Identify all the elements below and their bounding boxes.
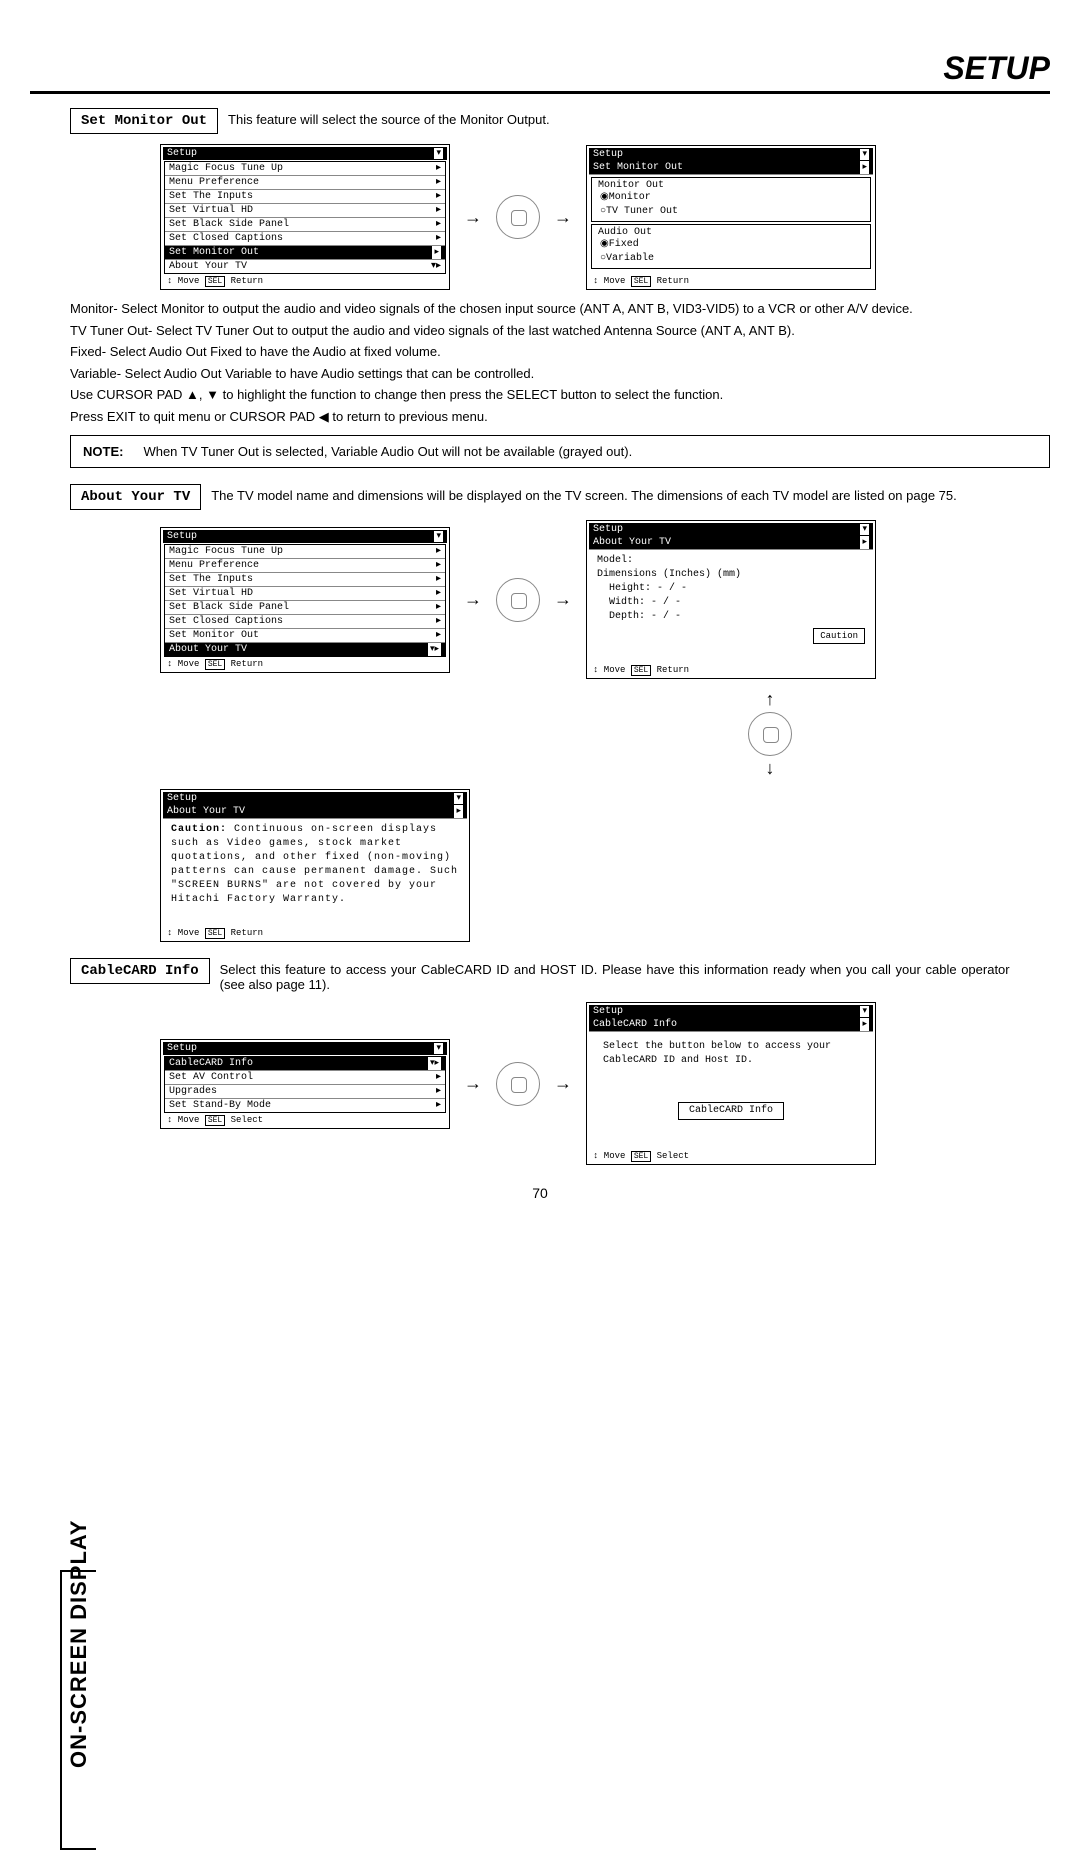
para-fixed: Fixed- Select Audio Out Fixed to have th…	[70, 343, 1050, 361]
remote-select-button	[748, 712, 792, 756]
remote-select-button	[496, 195, 540, 239]
chevron-down-icon: ▾	[434, 531, 443, 542]
chevron-down-icon: ▾	[860, 149, 869, 160]
label-about-tv: About Your TV	[70, 484, 201, 510]
osd-cablecard-info: Setup▾ CableCARD Info▸ Select the button…	[586, 1002, 876, 1165]
cablecard-info-button: CableCARD Info	[678, 1102, 784, 1120]
desc-set-monitor-out: This feature will select the source of t…	[218, 108, 550, 127]
label-set-monitor-out: Set Monitor Out	[70, 108, 218, 134]
osd-set-monitor-out: Setup▾ Set Monitor Out▸ Monitor Out ◉Mon…	[586, 145, 876, 290]
chevron-down-icon: ▾	[454, 793, 463, 804]
para-monitor: Monitor- Select Monitor to output the au…	[70, 300, 1050, 318]
osd-about-your-tv: Setup▾ About Your TV▸ Model: Dimensions …	[586, 520, 876, 679]
osd-setup-menu-1: Setup▾ Magic Focus Tune Up▸ Menu Prefere…	[160, 144, 450, 290]
desc-about-tv: The TV model name and dimensions will be…	[201, 484, 957, 503]
page-number: 70	[30, 1185, 1050, 1201]
arrow-right-icon: →	[464, 1073, 482, 1094]
page-title: SETUP	[30, 50, 1050, 94]
osd-setup-menu-2: Setup▾ Magic Focus Tune Up▸ Menu Prefere…	[160, 527, 450, 673]
chevron-down-icon: ▾	[434, 148, 443, 159]
remote-select-button	[496, 578, 540, 622]
chevron-down-icon: ▾	[434, 1043, 443, 1054]
arrow-down-icon: ↓	[766, 758, 775, 779]
arrow-right-icon: →	[554, 589, 572, 610]
arrow-right-icon: →	[464, 207, 482, 228]
remote-select-button	[496, 1062, 540, 1106]
para-variable: Variable- Select Audio Out Variable to h…	[70, 365, 1050, 383]
para-tvtuner: TV Tuner Out- Select TV Tuner Out to out…	[70, 322, 1050, 340]
caution-button: Caution	[813, 628, 865, 644]
chevron-down-icon: ▾	[860, 1006, 869, 1017]
arrow-right-icon: →	[554, 1073, 572, 1094]
arrow-right-icon: →	[554, 207, 572, 228]
arrow-right-icon: →	[464, 589, 482, 610]
para-cursor: Use CURSOR PAD ▲, ▼ to highlight the fun…	[70, 386, 1050, 404]
label-cablecard: CableCARD Info	[70, 958, 210, 984]
arrow-down-icon: ↑	[766, 689, 775, 710]
chevron-down-icon: ▾	[860, 524, 869, 535]
osd-cable-menu: Setup▾ CableCARD Info▾▸ Set AV Control▸ …	[160, 1039, 450, 1129]
note-box: NOTE:When TV Tuner Out is selected, Vari…	[70, 435, 1050, 468]
section-tab: ON-SCREEN DISPLAY	[60, 1570, 96, 1850]
osd-caution-screen: Setup▾ About Your TV▸ Caution: Continuou…	[160, 789, 470, 942]
para-exit: Press EXIT to quit menu or CURSOR PAD ◀ …	[70, 408, 1050, 426]
desc-cablecard: Select this feature to access your Cable…	[210, 958, 1010, 992]
